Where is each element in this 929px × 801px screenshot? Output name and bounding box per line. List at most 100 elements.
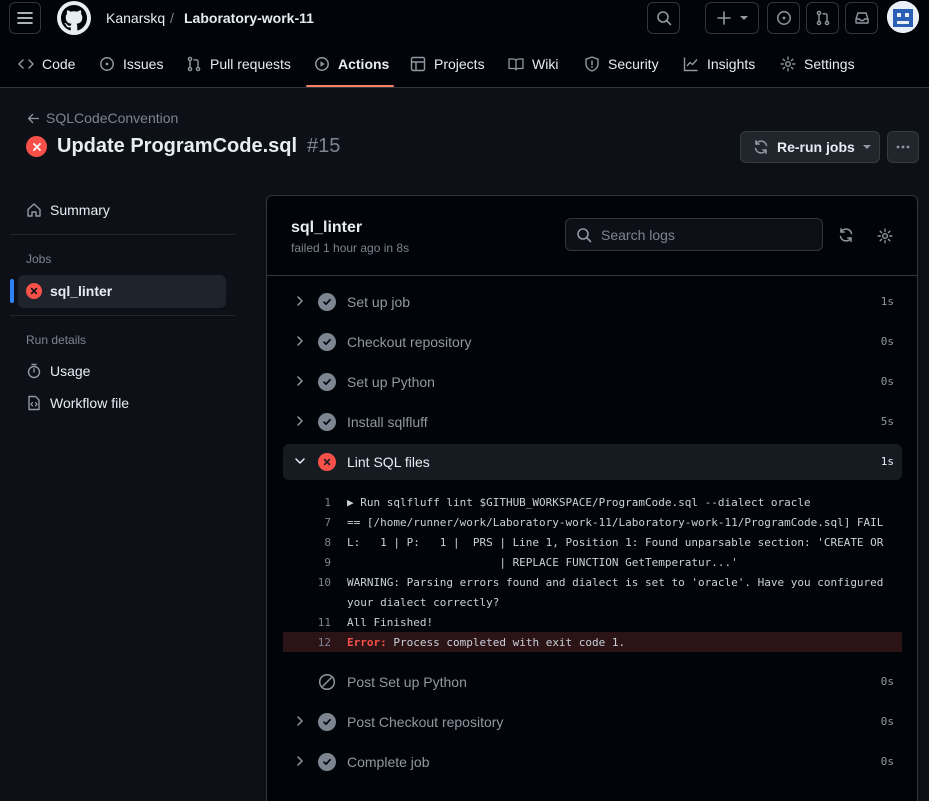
- log-line: 7 == [/home/runner/work/Laboratory-work-…: [283, 512, 902, 532]
- gear-icon[interactable]: [877, 228, 893, 244]
- sidebar-divider: [10, 315, 235, 316]
- active-tab-indicator: [306, 85, 394, 87]
- skip-icon: [318, 673, 336, 691]
- tab-insights-label: Insights: [707, 56, 756, 72]
- chevron-right-icon: [297, 376, 303, 386]
- step-row[interactable]: Set up job 1s: [283, 284, 902, 320]
- step-name: Post Checkout repository: [347, 714, 504, 730]
- failed-status-icon: [26, 136, 47, 157]
- search-icon: [577, 227, 592, 242]
- tab-insights[interactable]: Insights: [683, 40, 755, 88]
- log-line-text: All Finished!: [347, 616, 434, 629]
- workflow-name: SQLCodeConvention: [46, 110, 179, 126]
- inbox-button[interactable]: [845, 2, 878, 34]
- log-line-number: 10: [317, 576, 331, 589]
- step-name: Lint SQL files: [347, 454, 430, 470]
- log-line-number: 11: [317, 616, 331, 629]
- step-row[interactable]: Set up Python 0s: [283, 364, 902, 400]
- gear-icon: [780, 56, 796, 72]
- sidebar-usage[interactable]: Usage: [26, 363, 90, 379]
- log-line: 1 ▶ Run sqlfluff lint $GITHUB_WORKSPACE/…: [283, 492, 902, 512]
- log-line-error: 12 Error: Process completed with exit co…: [283, 632, 902, 652]
- tab-wiki[interactable]: Wiki: [508, 40, 558, 88]
- stopwatch-icon: [27, 363, 41, 379]
- log-line-text: L: 1 | P: 1 | PRS | Line 1, Position 1: …: [347, 536, 884, 549]
- step-row-expanded[interactable]: Lint SQL files 1s: [283, 444, 902, 480]
- tab-actions[interactable]: Actions: [314, 40, 389, 88]
- repo-owner-link[interactable]: Kanarskq: [106, 10, 165, 26]
- step-row[interactable]: Complete job 0s: [283, 744, 902, 780]
- sync-icon: [754, 140, 768, 154]
- step-duration: 1s: [880, 295, 894, 308]
- refresh-icon[interactable]: [838, 227, 854, 243]
- search-logs-placeholder: Search logs: [601, 226, 675, 243]
- user-avatar[interactable]: [887, 1, 919, 33]
- check-circle-icon: [318, 373, 336, 391]
- check-circle-icon: [318, 413, 336, 431]
- issue-icon: [100, 57, 114, 71]
- step-duration: 0s: [880, 375, 894, 388]
- check-circle-icon: [318, 753, 336, 771]
- sidebar-workflow-file-label: Workflow file: [50, 395, 130, 411]
- tab-projects[interactable]: Projects: [410, 40, 485, 88]
- tab-settings-label: Settings: [804, 56, 855, 72]
- step-name: Post Set up Python: [347, 674, 467, 690]
- sidebar-run-details-heading: Run details: [26, 333, 87, 347]
- table-icon: [410, 56, 426, 72]
- step-name: Set up Python: [347, 374, 435, 390]
- log-line-text: Error: Process completed with exit code …: [347, 636, 625, 649]
- step-row[interactable]: Post Checkout repository 0s: [283, 704, 902, 740]
- log-line-text[interactable]: ▶ Run sqlfluff lint $GITHUB_WORKSPACE/Pr…: [347, 496, 811, 509]
- search-logs-input[interactable]: Search logs: [565, 218, 823, 251]
- chevron-right-icon: [297, 336, 303, 346]
- step-duration: 0s: [880, 755, 894, 768]
- tab-code[interactable]: Code: [18, 40, 75, 88]
- sidebar-usage-label: Usage: [50, 363, 91, 379]
- issues-button[interactable]: [767, 2, 800, 34]
- step-duration: 0s: [880, 335, 894, 348]
- tab-issues[interactable]: Issues: [99, 40, 163, 88]
- more-options-button[interactable]: [887, 131, 919, 163]
- menu-button[interactable]: [9, 2, 41, 34]
- tab-code-label: Code: [42, 56, 76, 72]
- error-message: Process completed with exit code 1.: [386, 636, 626, 649]
- sidebar-summary[interactable]: Summary: [26, 202, 110, 218]
- sidebar-workflow-file[interactable]: Workflow file: [26, 395, 129, 411]
- hamburger-icon: [17, 12, 33, 24]
- chevron-right-icon: [297, 756, 303, 766]
- top-bar: Kanarskq / Laboratory-work-11: [0, 0, 929, 40]
- step-row[interactable]: Post Set up Python 0s: [283, 664, 902, 700]
- rerun-jobs-button[interactable]: Re-run jobs: [740, 131, 880, 163]
- repo-name-link[interactable]: Laboratory-work-11: [184, 10, 314, 26]
- step-name: Complete job: [347, 754, 430, 770]
- job-title: sql_linter: [291, 219, 363, 236]
- tab-issues-label: Issues: [123, 56, 164, 72]
- failed-job-icon: [26, 283, 42, 299]
- create-new-button[interactable]: [705, 2, 759, 34]
- repo-nav: Code Issues Pull requests Actions Projec…: [0, 40, 929, 88]
- step-duration: 5s: [880, 415, 894, 428]
- sidebar-job-sql-linter[interactable]: sql_linter: [26, 283, 112, 299]
- tab-pull-requests[interactable]: Pull requests: [186, 40, 291, 88]
- arrow-left-icon: [27, 113, 40, 123]
- pull-requests-button[interactable]: [806, 2, 839, 34]
- step-name: Set up job: [347, 294, 411, 310]
- step-row[interactable]: Checkout repository 0s: [283, 324, 902, 360]
- book-icon: [508, 58, 524, 71]
- search-button[interactable]: [647, 2, 680, 34]
- log-line-number: 12: [317, 636, 331, 649]
- caret-down-icon: [740, 16, 748, 20]
- step-row[interactable]: Install sqlfluff 5s: [283, 404, 902, 440]
- step-duration: 1s: [880, 455, 894, 468]
- github-logo-icon[interactable]: [57, 1, 91, 35]
- back-to-workflow-link[interactable]: SQLCodeConvention: [27, 110, 178, 126]
- play-icon: [315, 57, 329, 71]
- tab-security[interactable]: Security: [584, 40, 659, 88]
- breadcrumb-separator: /: [170, 10, 174, 26]
- run-number: #15: [307, 135, 341, 157]
- search-icon: [656, 11, 671, 26]
- step-duration: 0s: [880, 675, 894, 688]
- error-label: Error:: [347, 636, 387, 649]
- shield-icon: [585, 56, 599, 72]
- tab-settings[interactable]: Settings: [780, 40, 855, 88]
